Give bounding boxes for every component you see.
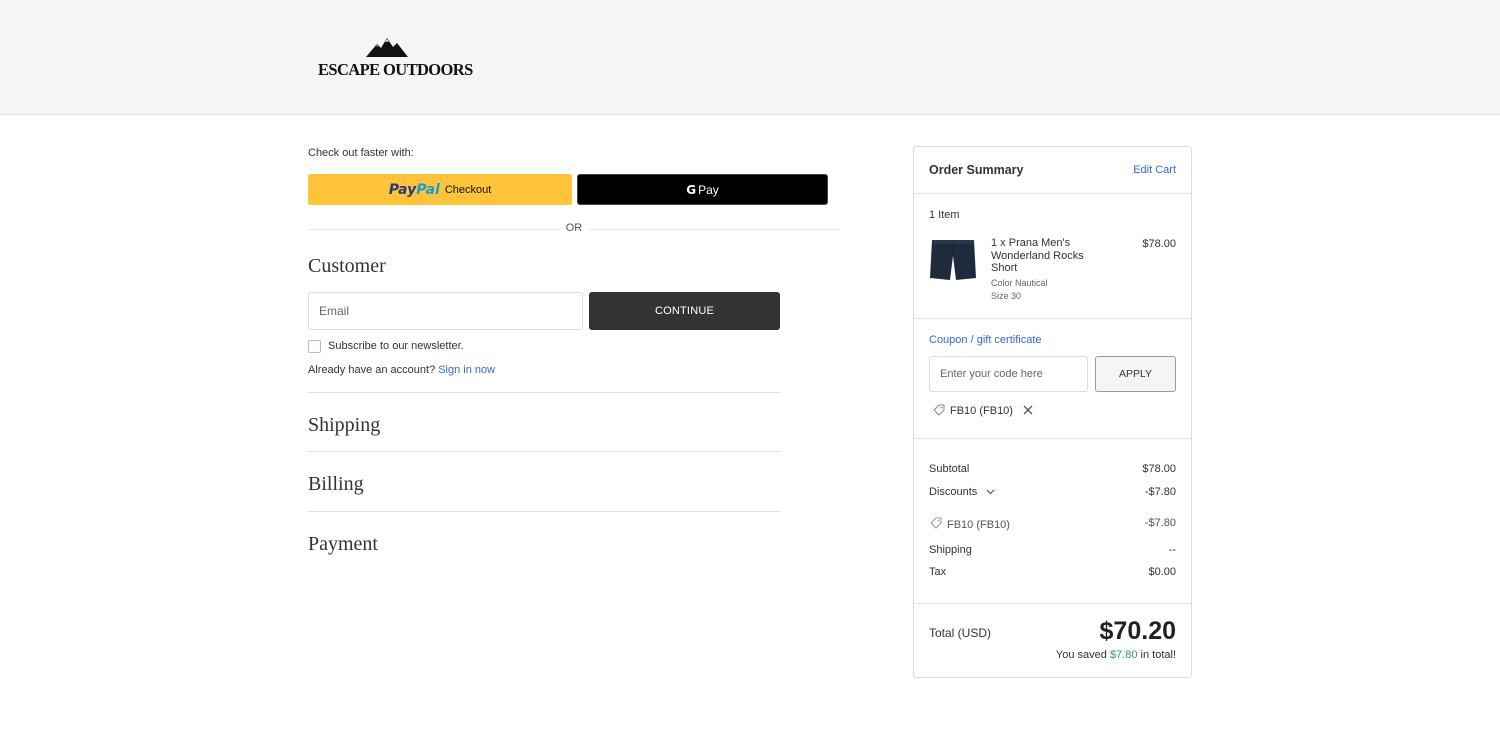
coupon-code-input[interactable] (929, 356, 1088, 392)
discount-tag-icon (930, 517, 942, 532)
paypal-logo-part-b: Pal (416, 181, 440, 198)
sign-in-link[interactable]: Sign in now (438, 364, 495, 376)
product-price: $78.00 (1142, 238, 1176, 250)
order-summary-title: Order Summary (929, 163, 1024, 177)
paypal-logo: PayPal (389, 182, 440, 198)
payment-section-title: Payment (308, 533, 378, 555)
edit-cart-link[interactable]: Edit Cart (1133, 164, 1176, 176)
items-count: 1 Item (929, 209, 960, 221)
applied-coupon-code: FB10 (FB10) (950, 405, 1013, 417)
tax-label: Tax (929, 566, 947, 578)
discount-code-value: -$7.80 (1144, 517, 1176, 529)
saved-suffix: in total! (1140, 649, 1176, 661)
discount-line: FB10 (FB10) (930, 517, 1010, 532)
account-prompt-text: Already have an account? (308, 364, 436, 376)
newsletter-checkbox[interactable] (308, 339, 321, 353)
divider-shipping (308, 451, 780, 452)
discounts-toggle[interactable]: Discounts (929, 486, 995, 498)
divider-customer (308, 392, 780, 393)
subtotal-label: Subtotal (929, 463, 970, 475)
newsletter-label: Subscribe to our newsletter. (328, 340, 464, 352)
summary-divider-4 (914, 603, 1191, 604)
mountain-logo-icon (366, 38, 408, 57)
subtotal-value: $78.00 (1142, 463, 1176, 475)
summary-divider-2 (914, 318, 1191, 319)
product-image (929, 238, 977, 283)
product-color: Color Nautical (991, 278, 1048, 288)
apply-coupon-button[interactable]: APPLY (1095, 356, 1176, 392)
or-line-right (590, 229, 840, 230)
escape-outdoors-logo[interactable]: ESCAPE OUTDOORS (318, 38, 473, 80)
page-header: ESCAPE OUTDOORS (0, 0, 1500, 115)
google-pay-label: Pay (698, 182, 719, 197)
summary-divider-3 (914, 438, 1191, 439)
or-divider: OR (308, 222, 840, 236)
discounts-value: -$7.80 (1144, 486, 1176, 498)
shipping-label: Shipping (929, 544, 972, 556)
saved-prefix: You saved (1055, 649, 1107, 661)
product-size: Size 30 (991, 291, 1022, 301)
total-value: $70.20 (1099, 617, 1176, 645)
google-pay-button[interactable]: G Pay (577, 174, 828, 205)
discounts-label: Discounts (929, 486, 978, 498)
logo-text: ESCAPE OUTDOORS (318, 60, 473, 79)
shipping-value: -- (1168, 544, 1176, 556)
divider-billing (308, 511, 780, 512)
express-checkout-label: Check out faster with: (308, 147, 414, 159)
discount-code-label: FB10 (FB10) (947, 518, 1010, 531)
tag-icon (933, 404, 945, 419)
tax-value: $0.00 (1148, 566, 1176, 578)
shorts-image-icon (930, 240, 976, 280)
paypal-logo-part-a: Pay (388, 181, 417, 198)
paypal-checkout-button[interactable]: PayPal Checkout (308, 174, 572, 205)
google-g-icon: G (686, 182, 697, 197)
billing-section-title: Billing (308, 473, 364, 495)
total-label: Total (USD) (929, 626, 992, 640)
or-text: OR (565, 222, 583, 234)
paypal-checkout-label: Checkout (444, 183, 492, 196)
applied-coupon: FB10 (FB10) (933, 404, 1033, 418)
continue-button[interactable]: CONTINUE (589, 292, 780, 330)
saved-amount: $7.80 (1109, 649, 1138, 661)
shipping-section-title: Shipping (308, 414, 381, 436)
remove-coupon-close-icon[interactable] (1023, 405, 1033, 418)
savings-message: You saved $7.80 in total! (1056, 649, 1176, 661)
email-input[interactable] (308, 292, 583, 330)
summary-divider-1 (914, 193, 1191, 194)
product-name: 1 x Prana Men's Wonderland Rocks Short (991, 237, 1084, 274)
coupon-toggle-link[interactable]: Coupon / gift certificate (929, 334, 1042, 346)
newsletter-option[interactable]: Subscribe to our newsletter. (308, 339, 464, 353)
chevron-down-icon (986, 486, 995, 498)
account-prompt: Already have an account? Sign in now (308, 364, 495, 376)
order-summary-panel: Order Summary Edit Cart 1 Item 1 x Prana… (913, 146, 1192, 678)
customer-section-title: Customer (308, 255, 386, 277)
